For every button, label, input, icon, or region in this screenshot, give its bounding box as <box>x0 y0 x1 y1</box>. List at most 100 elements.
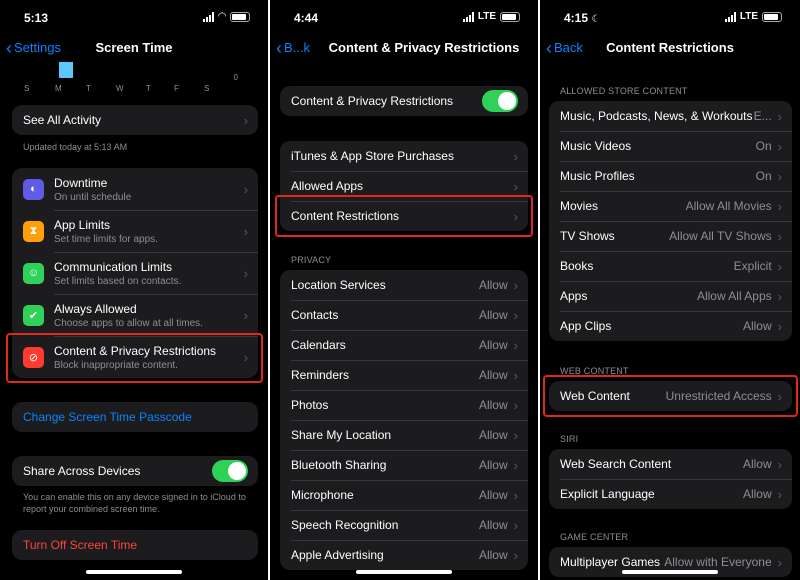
row-value: Allow <box>478 338 508 352</box>
status-icons: LTE <box>462 11 520 22</box>
communication-limits-row[interactable]: ☺ Communication Limits Set limits based o… <box>12 252 258 294</box>
passcode-group: Change Screen Time Passcode <box>12 402 258 432</box>
battery-icon <box>500 11 520 22</box>
location-services-row[interactable]: Location Services Allow › <box>280 270 528 300</box>
row-label: Content & Privacy Restrictions <box>291 94 454 108</box>
reminders-row[interactable]: Reminders Allow › <box>280 360 528 390</box>
row-value: Allow <box>478 278 508 292</box>
itunes-purchases-row[interactable]: iTunes & App Store Purchases › <box>280 141 528 171</box>
turn-off-screen-time-button[interactable]: Turn Off Screen Time <box>12 530 258 560</box>
home-indicator <box>86 570 182 574</box>
row-label: Movies <box>560 199 599 213</box>
chevron-right-icon: › <box>243 307 248 323</box>
web-search-content-row[interactable]: Web Search Content Allow › <box>549 449 792 479</box>
books-row[interactable]: Books Explicit › <box>549 251 792 281</box>
music-profiles-row[interactable]: Music Profiles On › <box>549 161 792 191</box>
row-subtitle: Choose apps to allow at all times. <box>54 317 203 329</box>
row-value: Allow <box>478 368 508 382</box>
chevron-right-icon: › <box>513 457 518 473</box>
change-passcode-button[interactable]: Change Screen Time Passcode <box>12 402 258 432</box>
row-subtitle: On until schedule <box>54 191 132 203</box>
content-privacy-toggle-row: Content & Privacy Restrictions <box>280 86 528 116</box>
network-label: LTE <box>739 11 758 22</box>
moon-icon: ☾ <box>591 14 601 25</box>
chart-day: W <box>116 84 124 93</box>
chevron-right-icon: › <box>513 277 518 293</box>
music-videos-row[interactable]: Music Videos On › <box>549 131 792 161</box>
row-label: App Limits <box>54 217 111 232</box>
explicit-language-row[interactable]: Explicit Language Allow › <box>549 479 792 509</box>
nav-bar: ‹ Settings Screen Time <box>0 34 268 62</box>
photos-row[interactable]: Photos Allow › <box>280 390 528 420</box>
page-title: Content Restrictions <box>606 40 734 55</box>
row-value: Allow <box>742 487 772 501</box>
apple-advertising-row[interactable]: Apple Advertising Allow › <box>280 540 528 570</box>
movies-row[interactable]: Movies Allow All Movies › <box>549 191 792 221</box>
speech-recognition-row[interactable]: Speech Recognition Allow › <box>280 510 528 540</box>
chevron-right-icon: › <box>777 198 782 214</box>
signal-icon <box>203 11 215 22</box>
chevron-right-icon: › <box>513 487 518 503</box>
status-bar: 4:44 LTE <box>270 0 538 34</box>
highlight-box <box>6 333 263 383</box>
row-label: TV Shows <box>560 229 615 243</box>
row-label: Contacts <box>291 308 339 322</box>
see-all-activity-row[interactable]: See All Activity › <box>12 105 258 135</box>
row-label: Speech Recognition <box>291 518 399 532</box>
share-across-devices-row: Share Across Devices <box>12 456 258 486</box>
row-label: Location Services <box>291 278 386 292</box>
row-value: Allow <box>742 319 772 333</box>
row-label: Music Profiles <box>560 169 635 183</box>
contacts-row[interactable]: Contacts Allow › <box>280 300 528 330</box>
chevron-right-icon: › <box>513 178 518 194</box>
chevron-right-icon: › <box>513 397 518 413</box>
microphone-row[interactable]: Microphone Allow › <box>280 480 528 510</box>
music-podcasts-row[interactable]: Music, Podcasts, News, & Workouts E... › <box>549 101 792 131</box>
row-label: Share Across Devices <box>23 464 141 478</box>
chevron-right-icon: › <box>777 168 782 184</box>
time-text: 4:15 <box>564 11 589 25</box>
always-allowed-row[interactable]: ✔ Always Allowed Choose apps to allow at … <box>12 294 258 336</box>
turn-off-group: Turn Off Screen Time <box>12 530 258 560</box>
row-label: Microphone <box>291 488 354 502</box>
chevron-right-icon: › <box>513 427 518 443</box>
calendars-row[interactable]: Calendars Allow › <box>280 330 528 360</box>
bluetooth-sharing-row[interactable]: Bluetooth Sharing Allow › <box>280 450 528 480</box>
status-time: 4:15 ☾ <box>564 11 600 25</box>
apps-row[interactable]: Apps Allow All Apps › <box>549 281 792 311</box>
chevron-right-icon: › <box>777 288 782 304</box>
row-subtitle: Set limits based on contacts. <box>54 275 182 287</box>
chart-day: T <box>86 84 91 93</box>
chevron-right-icon: › <box>777 554 782 570</box>
tv-shows-row[interactable]: TV Shows Allow All TV Shows › <box>549 221 792 251</box>
nav-bar: ‹ B...k Content & Privacy Restrictions <box>270 34 538 62</box>
status-icons: LTE <box>724 11 782 22</box>
screen-time-screen: 5:13 ◠ ‹ Settings Screen Time S M T W T … <box>0 0 268 580</box>
row-value: Allow All Apps <box>696 289 772 303</box>
row-label: Communication Limits <box>54 259 173 274</box>
privacy-group: Location Services Allow › Contacts Allow › C… <box>280 270 528 570</box>
chevron-right-icon: › <box>513 148 518 164</box>
updated-note: Updated today at 5:13 AM <box>23 142 128 152</box>
chevron-right-icon: › <box>243 112 248 128</box>
row-label: Books <box>560 259 594 273</box>
row-label: Web Search Content <box>560 457 672 471</box>
app-limits-row[interactable]: ⧗ App Limits Set time limits for apps. › <box>12 210 258 252</box>
chevron-right-icon: › <box>513 307 518 323</box>
chart-zero-label: 0 <box>233 73 238 82</box>
row-value: Allow <box>478 488 508 502</box>
share-toggle[interactable] <box>212 460 248 482</box>
content-privacy-toggle[interactable] <box>482 90 518 112</box>
home-indicator <box>356 570 452 574</box>
downtime-row[interactable]: ◐ Downtime On until schedule › <box>12 168 258 210</box>
share-note: You can enable this on any device signed… <box>23 492 246 514</box>
checkmark-icon: ✔ <box>23 304 44 326</box>
share-my-location-row[interactable]: Share My Location Allow › <box>280 420 528 450</box>
row-label: Apps <box>560 289 588 303</box>
row-value: Allow <box>742 457 772 471</box>
siri-group: Web Search Content Allow › Explicit Langua… <box>549 449 792 509</box>
battery-icon <box>230 11 250 22</box>
hourglass-icon: ⧗ <box>23 220 44 242</box>
row-label: iTunes & App Store Purchases <box>291 149 454 163</box>
app-clips-row[interactable]: App Clips Allow › <box>549 311 792 341</box>
